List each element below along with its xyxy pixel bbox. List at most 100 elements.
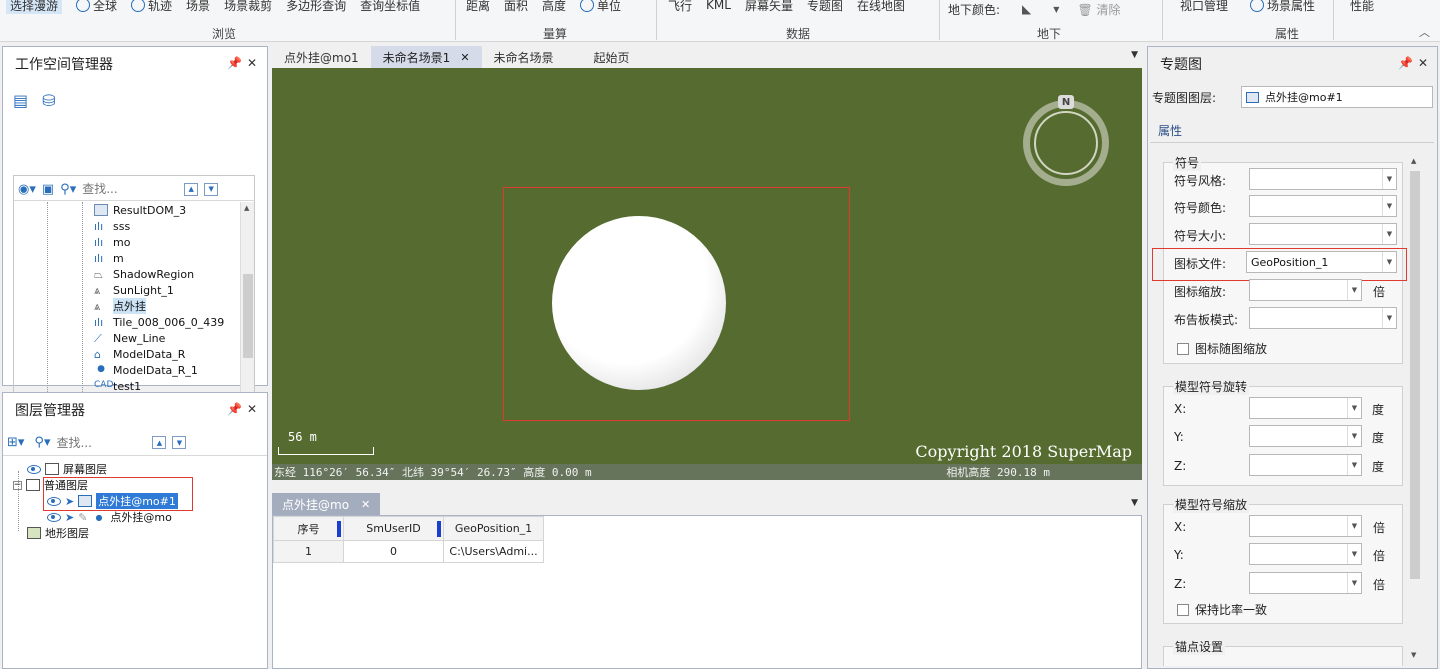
tree-item-newline[interactable]: ⟋ New_Line (94, 330, 165, 346)
dropdown-arrow-icon[interactable]: ▼ (1347, 280, 1361, 300)
dropdown-arrow-icon[interactable]: ▼ (1347, 426, 1361, 446)
theme-layer-field[interactable]: 点外挂@mo#1 (1241, 86, 1433, 108)
datasource-icon[interactable]: ⛁ (42, 91, 55, 110)
move-up-icon[interactable]: ▲ (184, 182, 199, 196)
dropdown-arrow-icon[interactable]: ▼ (1347, 398, 1361, 418)
visible-eye-icon[interactable] (47, 512, 61, 522)
scale-z-stepper[interactable]: ▼ (1249, 572, 1362, 594)
column-header[interactable]: SmUserID (343, 516, 444, 541)
paint-bucket-icon[interactable]: ◣ (1022, 2, 1031, 16)
search-icon[interactable]: ⚲▾ (34, 435, 50, 450)
table-cell[interactable]: C:\Users\Admi... (443, 540, 544, 563)
browse-button-7[interactable]: 查询坐标值 (360, 0, 420, 14)
measure-button-2[interactable]: 面积 (504, 0, 528, 14)
browse-button-1[interactable]: 选择漫游 (6, 0, 63, 14)
measure-button-1[interactable]: 距离 (466, 0, 490, 14)
clear-button[interactable]: 🗑 清除 (1077, 1, 1120, 18)
tree-item-tile[interactable]: ılı Tile_008_006_0_439 (94, 314, 224, 330)
pin-icon[interactable]: 📌 (227, 56, 242, 70)
tab-point-external-mo1[interactable]: 点外挂@mo1 (272, 46, 371, 68)
data-button-3[interactable]: 屏幕矢量 (745, 0, 793, 14)
close-tab-icon[interactable]: ✕ (460, 51, 469, 64)
dropdown-arrow-icon[interactable]: ▼ (1382, 252, 1396, 272)
tree-item-m[interactable]: ılı m (94, 250, 124, 266)
view-icon[interactable]: ◉▾ (18, 182, 36, 197)
scrollbar-thumb[interactable] (1410, 171, 1420, 579)
symbol-style-dropdown[interactable]: ▼ (1249, 168, 1397, 190)
browse-button-4[interactable]: 场景 (186, 0, 210, 14)
data-button-5[interactable]: 在线地图 (857, 0, 905, 14)
scroll-up-icon[interactable]: ▲ (1411, 157, 1416, 165)
tab-properties[interactable]: 属性 (1158, 122, 1182, 139)
close-icon[interactable]: ✕ (247, 56, 257, 70)
dropdown-arrow-icon[interactable]: ▼ (1382, 169, 1396, 189)
measure-button-3[interactable]: 高度 (542, 0, 566, 14)
move-down-icon[interactable]: ▼ (172, 436, 187, 449)
column-header[interactable]: 序号 (273, 516, 344, 541)
rotation-x-stepper[interactable]: ▼ (1249, 397, 1362, 419)
screen-layer-row[interactable]: 屏幕图层 (27, 461, 107, 477)
tree-search-input[interactable] (82, 182, 173, 196)
tab-unnamed-scene[interactable]: 未命名场景 (482, 46, 566, 68)
tree-item-modeldata-r1[interactable]: ● ModelData_R_1 (94, 362, 198, 378)
table-cell[interactable]: 1 (273, 540, 344, 563)
viewport-manage-button[interactable]: 视口管理 (1180, 0, 1228, 14)
close-icon[interactable]: ✕ (247, 402, 257, 416)
export-icon[interactable]: ▣ (42, 182, 54, 197)
move-down-icon[interactable]: ▼ (204, 182, 219, 196)
checkbox[interactable] (1177, 603, 1189, 616)
visible-eye-icon[interactable] (27, 464, 41, 474)
dropdown-arrow-icon[interactable]: ▼ (1347, 544, 1361, 564)
tree-item-modeldata-r[interactable]: ⌂ ModelData_R (94, 346, 185, 362)
dropdown-arrow-icon[interactable]: ▼ (1382, 308, 1396, 328)
tree-item-resultdom[interactable]: ResultDOM_3 (94, 202, 186, 218)
close-icon[interactable]: ✕ (1418, 56, 1428, 70)
browse-button-3[interactable]: 轨迹 (131, 0, 172, 14)
dropdown-arrow-icon[interactable]: ▼ (1053, 5, 1059, 14)
tree-scrollbar[interactable]: ▲ ▼ (240, 202, 254, 420)
column-resize-handle[interactable] (437, 521, 441, 537)
table-row[interactable]: 1 0 C:\Users\Admi... (273, 540, 544, 563)
tab-list-dropdown-icon[interactable]: ▼ (1131, 50, 1138, 60)
data-button-4[interactable]: 专题图 (807, 0, 843, 14)
browse-button-6[interactable]: 多边形查询 (286, 0, 346, 14)
keep-ratio-checkbox[interactable]: 保持比率一致 (1177, 601, 1267, 618)
checkbox[interactable] (1177, 342, 1189, 355)
sphere-model[interactable] (552, 216, 726, 390)
terrain-layer-row[interactable]: 地形图层 (27, 525, 89, 541)
close-tab-icon[interactable]: ✕ (361, 498, 370, 511)
symbol-size-dropdown[interactable]: ▼ (1249, 223, 1397, 245)
data-button-2[interactable]: KML (706, 0, 731, 12)
dropdown-arrow-icon[interactable]: ▼ (1347, 455, 1361, 475)
scene-properties-button[interactable]: 场景属性 (1250, 0, 1315, 14)
column-header[interactable]: GeoPosition_1 (443, 516, 544, 541)
scale-x-stepper[interactable]: ▼ (1249, 515, 1362, 537)
compass-north-icon[interactable]: N (1058, 95, 1074, 109)
scale-y-stepper[interactable]: ▼ (1249, 543, 1362, 565)
tree-item-mo[interactable]: ılı mo (94, 234, 130, 250)
selectable-icon[interactable]: ➤ (65, 511, 74, 524)
symbol-color-dropdown[interactable]: ▼ (1249, 195, 1397, 217)
navigation-compass[interactable]: N (1023, 95, 1109, 186)
scene-view[interactable]: N 56 m Copyright 2018 SuperMap 东经 116°26… (272, 68, 1142, 480)
collapse-ribbon-icon[interactable]: ︿ (1419, 24, 1430, 40)
icon-file-dropdown[interactable]: GeoPosition_1 ▼ (1246, 251, 1397, 273)
tab-list-dropdown-icon[interactable]: ▼ (1131, 498, 1138, 508)
pin-icon[interactable]: 📌 (227, 402, 242, 416)
edit-icon[interactable]: ✎ (78, 511, 87, 524)
data-button-1[interactable]: 飞行 (668, 0, 692, 14)
layer-search-input[interactable] (56, 435, 147, 450)
tree-item-sunlight[interactable]: ⩓ SunLight_1 (94, 282, 174, 298)
tab-attribute-table[interactable]: 点外挂@mo ✕ (272, 493, 381, 515)
tab-start-page[interactable]: 起始页 (582, 46, 642, 68)
column-resize-handle[interactable] (337, 521, 341, 537)
rotation-y-stepper[interactable]: ▼ (1249, 425, 1362, 447)
properties-scrollbar[interactable]: ▲ ▼ (1408, 155, 1422, 661)
dropdown-arrow-icon[interactable]: ▼ (1382, 224, 1396, 244)
icon-follow-scale-checkbox[interactable]: 图标随图缩放 (1177, 340, 1267, 357)
scroll-down-icon[interactable]: ▼ (1411, 651, 1416, 659)
tree-item-shadowregion[interactable]: ⏢ ShadowRegion (94, 266, 194, 282)
rotation-z-stepper[interactable]: ▼ (1249, 454, 1362, 476)
scroll-up-icon[interactable]: ▲ (244, 204, 249, 212)
dropdown-arrow-icon[interactable]: ▼ (1347, 516, 1361, 536)
